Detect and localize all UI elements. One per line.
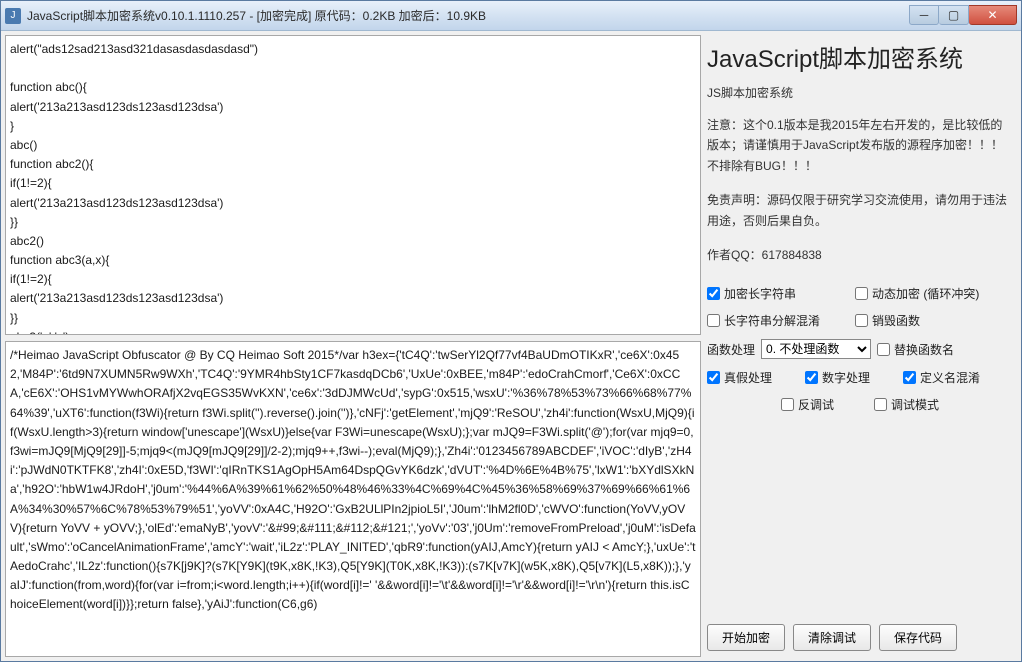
- label-replace-func-name: 替换函数名: [894, 341, 954, 358]
- opt-defname-obfuscate[interactable]: 定义名混淆: [903, 369, 980, 386]
- left-panel: [5, 35, 701, 657]
- panel-title: JavaScript脚本加密系统: [707, 39, 1013, 74]
- app-icon: J: [5, 8, 21, 24]
- save-code-button[interactable]: 保存代码: [879, 624, 957, 651]
- checkbox-long-string-split[interactable]: [707, 314, 720, 327]
- opt-anti-debug[interactable]: 反调试: [781, 396, 834, 413]
- maximize-button[interactable]: ▢: [939, 5, 969, 25]
- checkbox-destroy-func[interactable]: [855, 314, 868, 327]
- panel-subtitle: JS脚本加密系统: [707, 84, 1013, 101]
- opt-number-process[interactable]: 数字处理: [805, 369, 895, 386]
- checkbox-number-process[interactable]: [805, 371, 818, 384]
- checkbox-debug-mode[interactable]: [874, 398, 887, 411]
- close-button[interactable]: ✕: [969, 5, 1017, 25]
- opt-bool-process[interactable]: 真假处理: [707, 369, 797, 386]
- opt-encrypt-long-string[interactable]: 加密长字符串: [707, 285, 847, 302]
- opt-replace-func-name[interactable]: 替换函数名: [877, 341, 954, 358]
- label-encrypt-long-string: 加密长字符串: [724, 285, 796, 302]
- label-dynamic-encrypt: 动态加密 (循环冲突): [872, 285, 979, 302]
- minimize-button[interactable]: ─: [909, 5, 939, 25]
- label-number-process: 数字处理: [822, 369, 870, 386]
- window-controls: ─ ▢ ✕: [909, 7, 1017, 25]
- label-long-string-split: 长字符串分解混淆: [724, 312, 820, 329]
- label-bool-process: 真假处理: [724, 369, 772, 386]
- start-encrypt-button[interactable]: 开始加密: [707, 624, 785, 651]
- right-panel: JavaScript脚本加密系统 JS脚本加密系统 注意：这个0.1版本是我20…: [707, 35, 1017, 657]
- label-destroy-func: 销毁函数: [872, 312, 920, 329]
- clear-debug-button[interactable]: 清除调试: [793, 624, 871, 651]
- app-window: J JavaScript脚本加密系统v0.10.1.1110.257 - [加密…: [0, 0, 1022, 662]
- opt-dynamic-encrypt[interactable]: 动态加密 (循环冲突): [855, 285, 995, 302]
- checkbox-anti-debug[interactable]: [781, 398, 794, 411]
- panel-note: 注意：这个0.1版本是我2015年左右开发的，是比较低的版本；请谨慎用于Java…: [707, 115, 1013, 176]
- checkbox-replace-func-name[interactable]: [877, 343, 890, 356]
- input-code-textarea[interactable]: [5, 35, 701, 335]
- window-title: JavaScript脚本加密系统v0.10.1.1110.257 - [加密完成…: [27, 7, 909, 24]
- panel-disclaimer: 免责声明：源码仅限于研究学习交流使用，请勿用于违法用途，否则后果自负。: [707, 190, 1013, 231]
- opt-debug-mode[interactable]: 调试模式: [874, 396, 939, 413]
- checkbox-bool-process[interactable]: [707, 371, 720, 384]
- opt-destroy-func[interactable]: 销毁函数: [855, 312, 995, 329]
- content-area: JavaScript脚本加密系统 JS脚本加密系统 注意：这个0.1版本是我20…: [1, 31, 1021, 661]
- label-debug-mode: 调试模式: [891, 396, 939, 413]
- opt-long-string-split[interactable]: 长字符串分解混淆: [707, 312, 847, 329]
- button-row: 开始加密 清除调试 保存代码: [707, 624, 1013, 653]
- checkbox-defname-obfuscate[interactable]: [903, 371, 916, 384]
- checkbox-dynamic-encrypt[interactable]: [855, 287, 868, 300]
- label-anti-debug: 反调试: [798, 396, 834, 413]
- checkbox-encrypt-long-string[interactable]: [707, 287, 720, 300]
- titlebar[interactable]: J JavaScript脚本加密系统v0.10.1.1110.257 - [加密…: [1, 1, 1021, 31]
- options-area: 加密长字符串 动态加密 (循环冲突) 长字符串分解混淆 销毁函数: [707, 285, 1013, 413]
- output-code-textarea[interactable]: [5, 341, 701, 657]
- label-func-process: 函数处理: [707, 341, 755, 358]
- label-defname-obfuscate: 定义名混淆: [920, 369, 980, 386]
- select-func-process[interactable]: 0. 不处理函数: [761, 339, 871, 359]
- panel-author: 作者QQ：617884838: [707, 245, 1013, 265]
